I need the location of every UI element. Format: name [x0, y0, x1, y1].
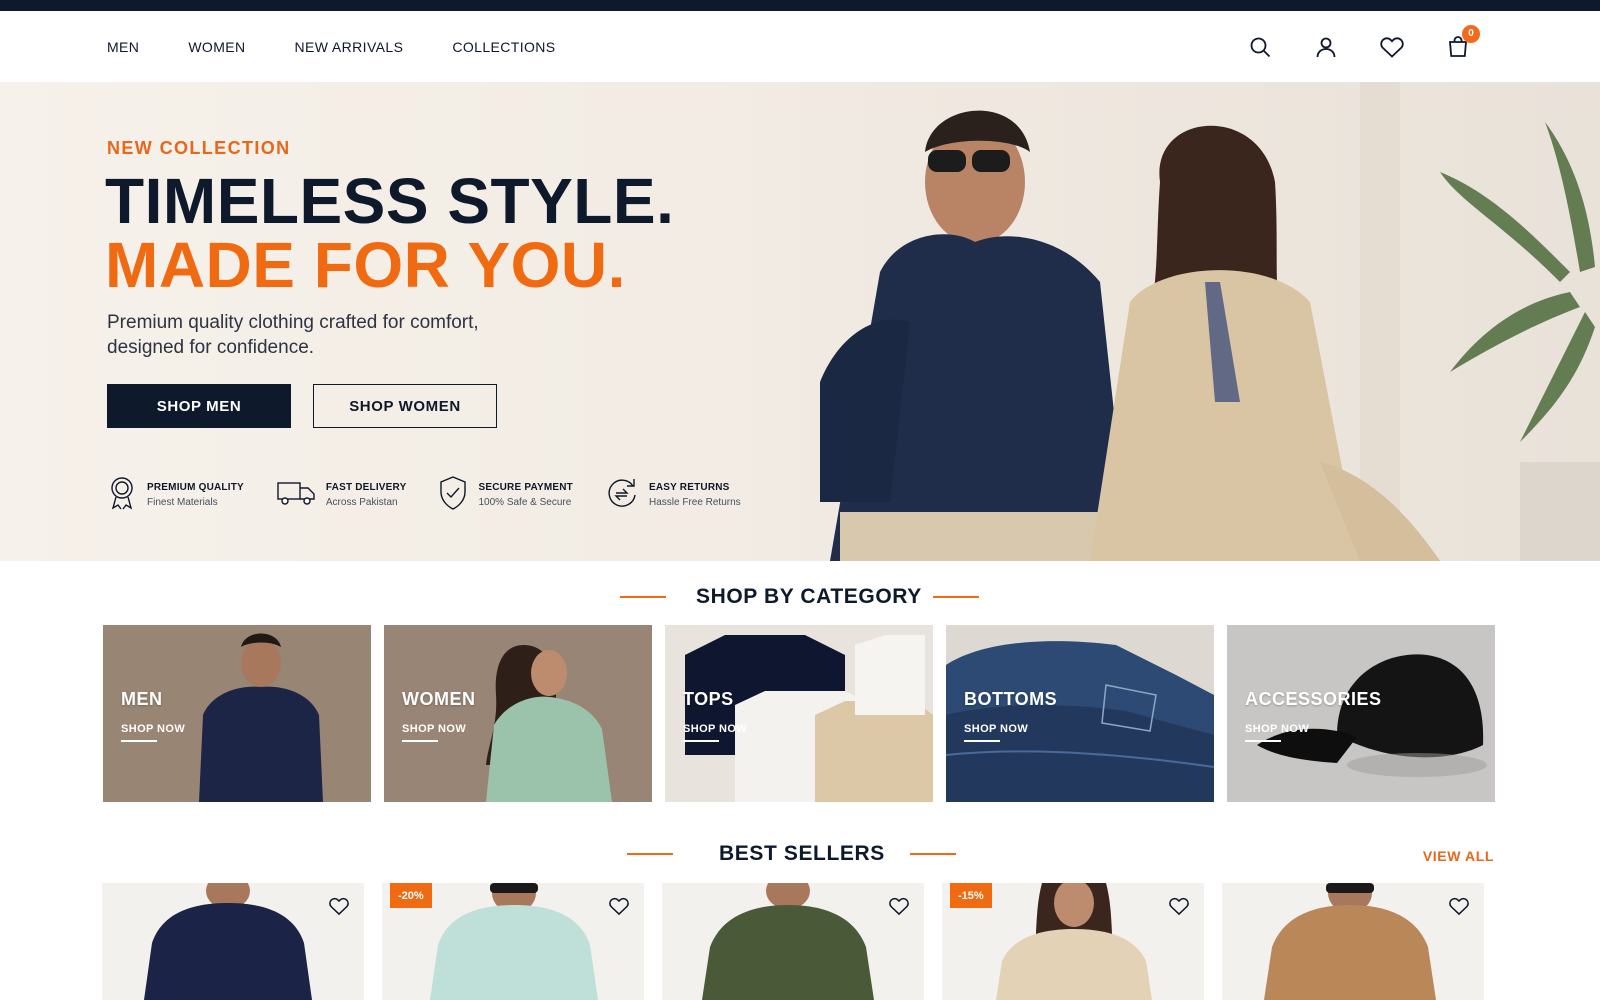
cart-count-badge: 0 — [1462, 24, 1480, 43]
product-image — [1222, 883, 1484, 1000]
return-icon — [605, 476, 639, 515]
hero-title-line1: TIMELESS STYLE. — [105, 165, 675, 237]
header-icons: 0 — [1246, 11, 1480, 82]
wishlist-heart-icon[interactable] — [1168, 895, 1190, 917]
category-image — [665, 625, 933, 802]
site-header: MEN WOMEN NEW ARRIVALS COLLECTIONS 0 — [0, 11, 1600, 82]
category-image — [1227, 625, 1495, 802]
category-shop-now[interactable]: SHOP NOW — [402, 723, 466, 742]
category-card-men[interactable]: MEN SHOP NOW — [103, 625, 371, 802]
product-image — [102, 883, 364, 1000]
nav-men[interactable]: MEN — [107, 39, 139, 55]
category-label: WOMEN — [402, 689, 476, 709]
feature-list: PREMIUM QUALITY Finest Materials FAST DE… — [107, 474, 741, 516]
category-label: TOPS — [683, 689, 734, 709]
feature-item: EASY RETURNS Hassle Free Returns — [605, 474, 741, 516]
product-card[interactable] — [662, 883, 924, 1000]
category-image — [946, 625, 1214, 802]
view-all-link[interactable]: VIEW ALL — [1423, 848, 1494, 864]
category-label: BOTTOMS — [964, 689, 1058, 709]
discount-badge: -15% — [950, 883, 992, 908]
nav-women[interactable]: WOMEN — [188, 39, 245, 55]
category-shop-now[interactable]: SHOP NOW — [1245, 723, 1309, 742]
feature-subtitle: Finest Materials — [147, 497, 218, 508]
category-shop-now[interactable]: SHOP NOW — [121, 723, 185, 742]
feature-title: SECURE PAYMENT — [478, 482, 573, 493]
user-icon[interactable] — [1312, 33, 1340, 61]
top-strip — [0, 0, 1600, 11]
category-card-tops[interactable]: TOPS SHOP NOW — [665, 625, 933, 802]
feature-item: PREMIUM QUALITY Finest Materials — [107, 474, 244, 516]
heart-icon[interactable] — [1378, 33, 1406, 61]
best-sellers-title: BEST SELLERS — [719, 842, 885, 865]
shop-men-button[interactable]: SHOP MEN — [107, 384, 291, 428]
hero-title-line2: MADE FOR YOU. — [105, 229, 626, 301]
search-icon[interactable] — [1246, 33, 1274, 61]
section-divider-left — [627, 853, 673, 855]
hero-banner: NEW COLLECTION TIMELESS STYLE. MADE FOR … — [0, 82, 1600, 561]
hero-kicker: NEW COLLECTION — [107, 138, 291, 158]
product-image — [662, 883, 924, 1000]
shop-by-category-title: SHOP BY CATEGORY — [696, 585, 922, 608]
section-divider-right — [933, 596, 979, 598]
product-card[interactable]: -20% — [382, 883, 644, 1000]
feature-subtitle: Hassle Free Returns — [648, 497, 741, 508]
cart-icon[interactable]: 0 — [1444, 24, 1480, 61]
product-grid: -20% -15% — [102, 883, 1484, 1000]
category-shop-now[interactable]: SHOP NOW — [683, 723, 747, 742]
medal-icon — [107, 475, 137, 516]
feature-item: FAST DELIVERY Across Pakistan — [276, 474, 407, 516]
wishlist-heart-icon[interactable] — [608, 895, 630, 917]
nav-new-arrivals[interactable]: NEW ARRIVALS — [295, 39, 404, 55]
feature-title: EASY RETURNS — [648, 482, 730, 493]
category-grid: MEN SHOP NOW WOMEN SHOP NOW TOPS SHOP NO… — [103, 625, 1495, 802]
category-image — [103, 625, 371, 802]
category-card-bottoms[interactable]: BOTTOMS SHOP NOW — [946, 625, 1214, 802]
feature-item: SECURE PAYMENT 100% Safe & Secure — [438, 474, 573, 516]
category-card-accessories[interactable]: ACCESSORIES SHOP NOW — [1227, 625, 1495, 802]
product-card[interactable] — [102, 883, 364, 1000]
wishlist-heart-icon[interactable] — [888, 895, 910, 917]
hero-subtitle: Premium quality clothing crafted for com… — [107, 312, 479, 358]
product-card[interactable]: -15% — [942, 883, 1204, 1000]
wishlist-heart-icon[interactable] — [328, 895, 350, 917]
section-divider-right — [910, 853, 956, 855]
feature-subtitle: 100% Safe & Secure — [478, 497, 572, 508]
main-nav: MEN WOMEN NEW ARRIVALS COLLECTIONS — [107, 11, 605, 82]
shield-check-icon — [438, 475, 468, 516]
category-image — [384, 625, 652, 802]
truck-icon — [276, 479, 316, 512]
shop-women-button[interactable]: SHOP WOMEN — [313, 384, 497, 428]
hero-image — [800, 82, 1600, 561]
product-card[interactable] — [1222, 883, 1484, 1000]
wishlist-heart-icon[interactable] — [1448, 895, 1470, 917]
feature-title: FAST DELIVERY — [325, 482, 407, 493]
category-label: MEN — [121, 689, 163, 709]
nav-collections[interactable]: COLLECTIONS — [452, 39, 555, 55]
category-card-women[interactable]: WOMEN SHOP NOW — [384, 625, 652, 802]
category-shop-now[interactable]: SHOP NOW — [964, 723, 1028, 742]
category-label: ACCESSORIES — [1245, 689, 1382, 709]
section-divider-left — [620, 596, 666, 598]
discount-badge: -20% — [390, 883, 432, 908]
feature-subtitle: Across Pakistan — [325, 497, 398, 508]
feature-title: PREMIUM QUALITY — [147, 482, 244, 493]
